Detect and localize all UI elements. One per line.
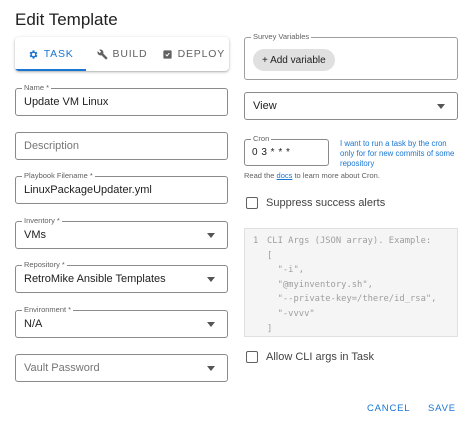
- tab-task-label: TASK: [43, 48, 74, 60]
- vault-password-placeholder: Vault Password: [24, 362, 100, 374]
- survey-variables-label: Survey Variables: [251, 32, 312, 41]
- playbook-filename-field[interactable]: Playbook Filename * LinuxPackageUpdater.…: [15, 171, 228, 204]
- inventory-select[interactable]: Inventory * VMs: [15, 216, 228, 249]
- suppress-alerts-checkbox[interactable]: [246, 197, 258, 209]
- name-field[interactable]: Name * Update VM Linux: [15, 83, 228, 116]
- cron-field[interactable]: Cron 0 3 * * *: [244, 134, 329, 166]
- allow-cli-row[interactable]: Allow CLI args in Task: [246, 351, 374, 363]
- survey-variables-box: Survey Variables + Add variable: [244, 32, 458, 80]
- environment-select[interactable]: Environment * N/A: [15, 305, 228, 338]
- cli-args-placeholder: CLI Args (JSON array). Example: [ "-i", …: [267, 236, 437, 334]
- name-field-label: Name *: [22, 83, 52, 92]
- tab-build[interactable]: BUILD: [86, 37, 157, 71]
- docs-suffix: to learn more about Cron.: [292, 171, 380, 180]
- view-select[interactable]: View: [244, 92, 458, 120]
- wrench-icon: [96, 49, 108, 60]
- add-variable-button[interactable]: + Add variable: [253, 49, 335, 71]
- cli-args-editor[interactable]: 1 CLI Args (JSON array). Example: [ "-i"…: [244, 228, 458, 337]
- tab-task[interactable]: TASK: [15, 37, 87, 71]
- cron-value: 0 3 * * *: [252, 147, 291, 158]
- template-tabs: TASK BUILD DEPLOY: [15, 37, 229, 71]
- inventory-value: VMs: [24, 229, 46, 241]
- view-value: View: [253, 100, 277, 112]
- description-placeholder: Description: [24, 140, 80, 152]
- docs-prefix: Read the: [244, 171, 277, 180]
- cron-repository-link[interactable]: I want to run a task by the cron only fo…: [340, 139, 460, 169]
- repository-label: Repository *: [22, 260, 67, 269]
- deploy-icon: [162, 49, 172, 59]
- save-button[interactable]: SAVE: [428, 403, 456, 414]
- cron-docs-text: Read the docs to learn more about Cron.: [244, 171, 380, 180]
- suppress-alerts-label: Suppress success alerts: [266, 197, 386, 209]
- gear-icon: [29, 49, 38, 59]
- playbook-filename-label: Playbook Filename *: [22, 171, 95, 180]
- name-field-value: Update VM Linux: [24, 96, 109, 108]
- chevron-down-icon: [437, 104, 445, 109]
- chevron-down-icon: [207, 233, 215, 238]
- cancel-button[interactable]: CANCEL: [367, 403, 410, 414]
- docs-link[interactable]: docs: [277, 171, 293, 180]
- playbook-filename-value: LinuxPackageUpdater.yml: [24, 184, 152, 196]
- allow-cli-label: Allow CLI args in Task: [266, 351, 375, 363]
- chevron-down-icon: [207, 277, 215, 282]
- tab-deploy-label: DEPLOY: [177, 48, 226, 60]
- line-number: 1: [253, 236, 259, 246]
- tab-deploy[interactable]: DEPLOY: [158, 37, 229, 71]
- suppress-alerts-row[interactable]: Suppress success alerts: [246, 197, 385, 209]
- inventory-label: Inventory *: [22, 216, 62, 225]
- cron-label: Cron: [251, 134, 272, 143]
- tab-build-label: BUILD: [112, 48, 148, 60]
- repository-select[interactable]: Repository * RetroMike Ansible Templates: [15, 260, 228, 293]
- description-field[interactable]: Description: [15, 132, 228, 160]
- repository-value: RetroMike Ansible Templates: [24, 273, 166, 285]
- dialog-title: Edit Template: [15, 10, 118, 29]
- allow-cli-checkbox[interactable]: [246, 351, 258, 363]
- environment-label: Environment *: [22, 305, 74, 314]
- chevron-down-icon: [207, 366, 215, 371]
- vault-password-select[interactable]: Vault Password: [15, 354, 228, 382]
- environment-value: N/A: [24, 318, 43, 330]
- chevron-down-icon: [207, 322, 215, 327]
